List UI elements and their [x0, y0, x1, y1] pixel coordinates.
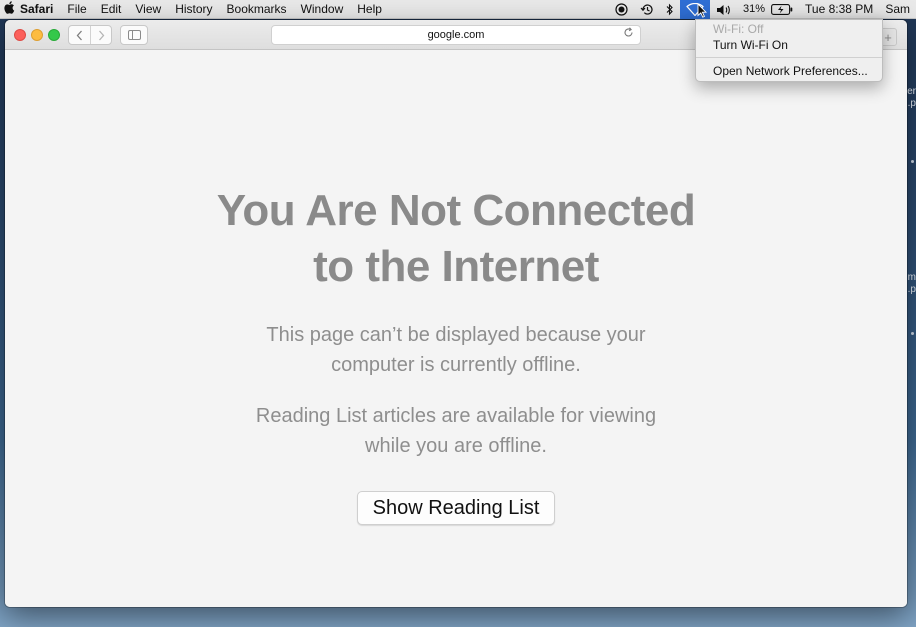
status-menus: 31% Tue 8:38 PM Sam — [609, 0, 916, 19]
page-title-line: You Are Not Connected — [216, 186, 696, 235]
back-button[interactable] — [69, 26, 90, 44]
desktop-file-label-fragment: m — [907, 272, 916, 283]
offline-page: You Are Not Connected to the Internet Th… — [5, 51, 907, 607]
address-bar[interactable]: google.com — [271, 25, 641, 45]
menu-view[interactable]: View — [128, 0, 168, 19]
apple-logo-icon[interactable] — [4, 1, 15, 17]
menu-bookmarks[interactable]: Bookmarks — [220, 0, 294, 19]
menu-separator — [696, 57, 882, 58]
fullscreen-window-button[interactable] — [48, 29, 60, 41]
clock[interactable]: Tue 8:38 PM — [799, 0, 879, 19]
navigation-buttons — [68, 25, 112, 45]
screen-record-icon[interactable] — [609, 0, 634, 19]
chevron-right-icon — [98, 30, 104, 40]
page-title: You Are Not Connected to the Internet — [5, 183, 907, 295]
close-window-button[interactable] — [14, 29, 26, 41]
time-machine-icon[interactable] — [634, 0, 660, 19]
desktop-file-label-fragment: .p — [907, 284, 916, 295]
reading-list-message: Reading List articles are available for … — [5, 401, 907, 461]
show-reading-list-button[interactable]: Show Reading List — [357, 491, 555, 525]
desktop-dot — [911, 332, 914, 335]
safari-window: google.com + You Are Not Connected to th… — [5, 20, 907, 607]
menu-history[interactable]: History — [168, 0, 219, 19]
mouse-pointer-icon — [697, 3, 707, 18]
desktop-file-label-fragment: er — [907, 86, 916, 97]
minimize-window-button[interactable] — [31, 29, 43, 41]
sidebar-icon — [127, 30, 141, 40]
sidebar-toggle-button[interactable] — [120, 25, 148, 45]
desktop-file-label-fragment: .p — [907, 98, 916, 109]
offline-message: This page can’t be displayed because you… — [5, 320, 907, 380]
reading-list-message-line: while you are offline. — [365, 435, 547, 457]
offline-message-line: computer is currently offline. — [331, 354, 581, 376]
address-text: google.com — [427, 29, 485, 41]
reading-list-message-line: Reading List articles are available for … — [255, 405, 657, 427]
page-title-line: to the Internet — [313, 242, 599, 291]
volume-icon[interactable] — [710, 0, 737, 19]
wifi-menu: Wi-Fi: Off Turn Wi-Fi On Open Network Pr… — [695, 19, 883, 82]
forward-button[interactable] — [90, 26, 111, 44]
turn-wifi-on-item[interactable]: Turn Wi-Fi On — [713, 38, 788, 53]
bluetooth-icon[interactable] — [660, 0, 680, 19]
offline-message-line: This page can’t be displayed because you… — [266, 324, 646, 346]
menu-bar: Safari File Edit View History Bookmarks … — [0, 0, 916, 19]
menu-safari[interactable]: Safari — [14, 0, 60, 19]
menu-file[interactable]: File — [60, 0, 93, 19]
menu-edit[interactable]: Edit — [94, 0, 129, 19]
battery-percentage[interactable]: 31% — [737, 0, 771, 19]
desktop-dot — [911, 160, 914, 163]
battery-charging-icon[interactable] — [771, 0, 799, 19]
plus-icon: + — [884, 29, 892, 45]
menu-window[interactable]: Window — [294, 0, 351, 19]
menu-help[interactable]: Help — [350, 0, 389, 19]
wifi-status-label: Wi-Fi: Off — [713, 22, 764, 36]
reload-icon[interactable] — [623, 27, 634, 41]
open-network-preferences-item[interactable]: Open Network Preferences... — [713, 64, 868, 79]
user-name[interactable]: Sam — [879, 0, 916, 19]
chevron-left-icon — [76, 30, 82, 40]
